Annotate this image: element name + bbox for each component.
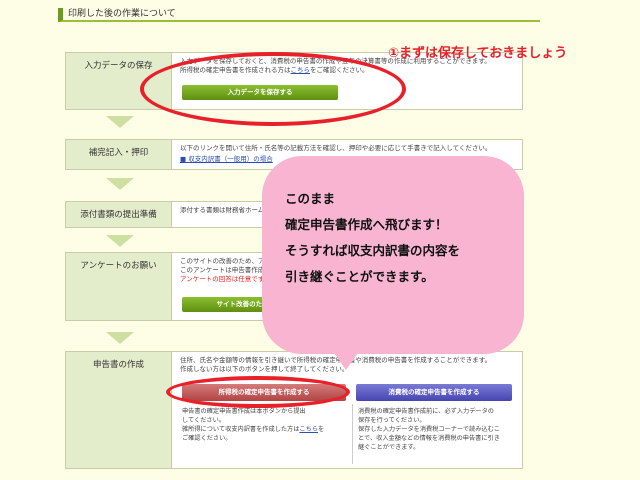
step-label: アンケートのお願い bbox=[66, 253, 172, 320]
highlight-ellipse bbox=[140, 52, 406, 126]
step-text: 以下のリンクを開いて住所・氏名等の記載方法を確認し、押印や必要に応じて手書きで記… bbox=[180, 144, 492, 152]
step-label: 申告書の作成 bbox=[66, 352, 172, 468]
speech-bubble-text: このまま 確定申告書作成へ飛びます！ そうすれば収支内訳書の内容を 引き継ぐこと… bbox=[285, 191, 461, 284]
highlight-ellipse bbox=[166, 376, 350, 408]
create-consumption-tax-return-button[interactable]: 消費税の確定申告書を作成する bbox=[356, 384, 512, 401]
income-tax-confirm-link[interactable]: こちら bbox=[299, 426, 318, 433]
step-label: 補完記入・押印 bbox=[66, 140, 172, 169]
down-arrow-icon bbox=[106, 332, 134, 344]
annotation-save-first: ①まずは保存しておきましょう bbox=[388, 46, 568, 61]
section-title: 印刷した後の作業について bbox=[68, 9, 176, 19]
speech-bubble-tail bbox=[332, 350, 360, 370]
divider bbox=[352, 404, 353, 464]
consumption-tax-note: 消費税の確定申告書作成前に、必ず入力データの 保存を行ってください。 保存した入… bbox=[358, 408, 500, 451]
down-arrow-icon bbox=[106, 235, 134, 247]
down-arrow-icon bbox=[106, 178, 134, 190]
section-header: 印刷した後の作業について bbox=[58, 8, 540, 22]
step-label: 添付書類の提出準備 bbox=[66, 202, 172, 227]
income-tax-note: 申告書の確定申告書作成は本ボタンから提出 してください。 雑所得について収支内訳… bbox=[182, 408, 325, 442]
down-arrow-icon bbox=[106, 116, 134, 128]
